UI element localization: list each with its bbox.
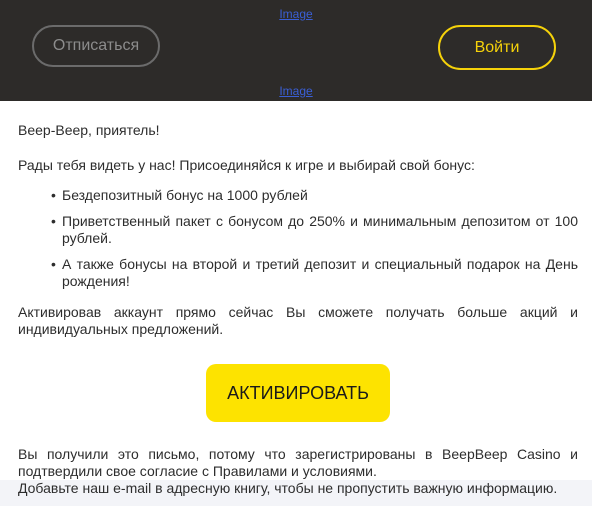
bonus-item-text: Приветственный пакет с бонусом до 250% и… (62, 213, 578, 246)
greeting-text: Beep-Beep, приятель! (18, 122, 160, 138)
address-book-text: Добавьте наш e-mail в адресную книгу, чт… (18, 480, 558, 496)
email-body: Beep-Beep, приятель! Рады тебя видеть у … (0, 101, 592, 480)
bullet-icon: • (51, 187, 56, 203)
activate-info-text: Активировав аккаунт прямо сейчас Вы смож… (18, 304, 578, 337)
header-image-link-top[interactable]: Image (0, 7, 592, 21)
bullet-icon: • (51, 213, 56, 229)
cta-container: АКТИВИРОВАТЬ (18, 364, 578, 422)
email-header: Image Отписаться Войти Image (0, 0, 592, 101)
header-image-link-bottom[interactable]: Image (0, 84, 592, 98)
bonus-item: • А также бонусы на второй и третий депо… (51, 256, 578, 290)
footer-band: Добавьте наш e-mail в адресную книгу, чт… (0, 480, 592, 506)
login-button[interactable]: Войти (438, 25, 556, 70)
bonus-item: • Приветственный пакет с бонусом до 250%… (51, 213, 578, 247)
unsubscribe-button[interactable]: Отписаться (32, 25, 160, 67)
bonus-item-text: А также бонусы на второй и третий депози… (62, 256, 578, 289)
bonus-item-text: Бездепозитный бонус на 1000 рублей (62, 187, 308, 203)
intro-text: Рады тебя видеть у нас! Присоединяйся к … (18, 157, 475, 173)
footer-registration-text: Вы получили это письмо, потому что зарег… (18, 446, 578, 479)
bonus-item: • Бездепозитный бонус на 1000 рублей (51, 187, 578, 204)
activate-button[interactable]: АКТИВИРОВАТЬ (206, 364, 390, 422)
bonus-list: • Бездепозитный бонус на 1000 рублей • П… (18, 187, 578, 290)
bullet-icon: • (51, 256, 56, 272)
